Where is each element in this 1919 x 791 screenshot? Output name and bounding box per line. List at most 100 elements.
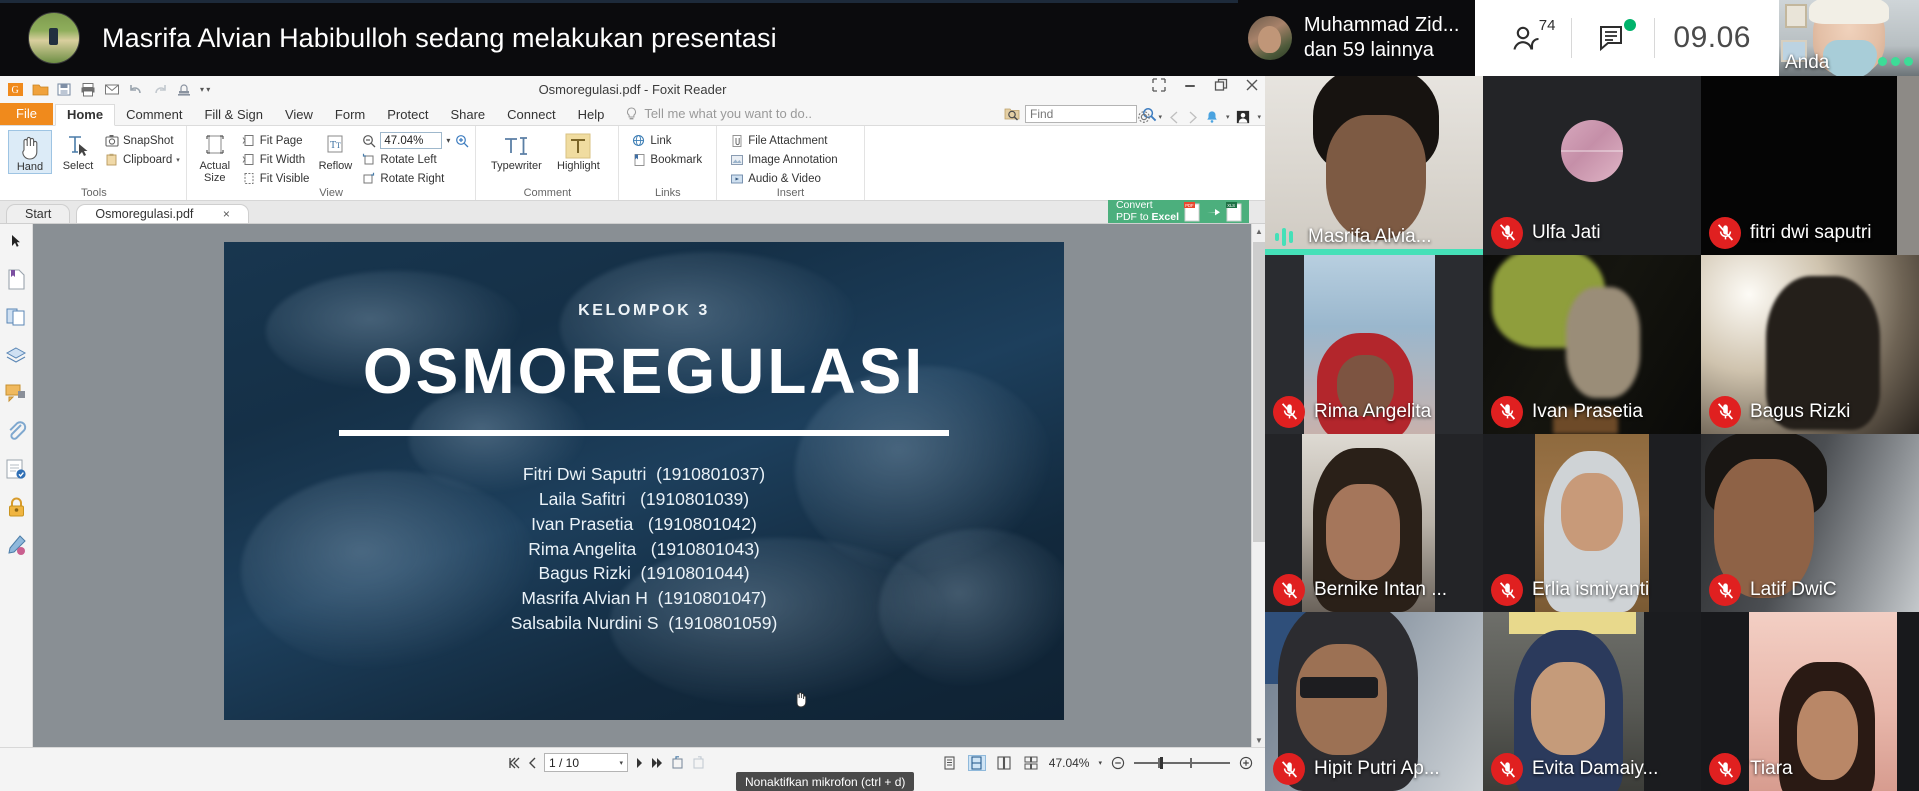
stamp-icon[interactable]: [176, 82, 193, 97]
zoom-in-icon[interactable]: [1239, 756, 1253, 770]
status-zoom-value[interactable]: 47.04%: [1049, 756, 1090, 770]
video-tile-rima-angelita[interactable]: Rima Angelita: [1265, 254, 1483, 434]
next-view-icon[interactable]: [1187, 111, 1198, 124]
status-zoom-dropdown-icon[interactable]: ▾: [1098, 759, 1102, 767]
next-page-icon[interactable]: [635, 757, 644, 769]
video-tile-latif-dwic[interactable]: Latif DwiC: [1701, 433, 1919, 613]
first-page-icon[interactable]: [508, 757, 521, 769]
video-tile-evita-damaiyanti[interactable]: Evita Damaiy...: [1483, 612, 1701, 791]
foxit-logo-icon[interactable]: G: [8, 82, 25, 97]
signature-panel-icon[interactable]: [5, 458, 27, 480]
single-page-icon[interactable]: [941, 755, 959, 771]
zoom-in-icon[interactable]: [454, 133, 469, 148]
snapshot-button[interactable]: SnapShot: [104, 132, 180, 149]
ribbon-tab-protect[interactable]: Protect: [376, 105, 439, 125]
search-folder-icon[interactable]: [1004, 106, 1020, 122]
ribbon-tab-share[interactable]: Share: [439, 105, 496, 125]
zoom-out-icon[interactable]: [361, 133, 376, 148]
actual-size-button[interactable]: Actual Size: [193, 130, 237, 184]
fit-page-button[interactable]: Fit Page: [241, 132, 310, 149]
scrollbar-thumb[interactable]: [1253, 242, 1265, 542]
restore-ribbon-icon[interactable]: [1152, 78, 1166, 92]
zoom-slider-knob[interactable]: [1160, 756, 1163, 769]
comments-panel-icon[interactable]: [5, 382, 27, 404]
typewriter-button[interactable]: Typewriter: [490, 130, 542, 172]
layers-panel-icon[interactable]: [5, 344, 27, 366]
video-tile-hipit-putri[interactable]: Hipit Putri Ap...: [1265, 612, 1483, 791]
video-tile-bagus-rizki[interactable]: Bagus Rizki: [1701, 254, 1919, 434]
ribbon-tab-view[interactable]: View: [274, 105, 324, 125]
pages-panel-icon[interactable]: [5, 306, 27, 328]
chat-button[interactable]: [1572, 15, 1654, 61]
previous-view-icon[interactable]: [1169, 111, 1180, 124]
email-icon[interactable]: [104, 82, 121, 97]
highlight-button[interactable]: Highlight: [552, 130, 604, 172]
clipboard-button[interactable]: Clipboard ▾: [104, 151, 180, 168]
fit-width-button[interactable]: Fit Width: [241, 151, 310, 168]
bookmark-button[interactable]: Bookmark: [631, 151, 702, 168]
tell-me-box[interactable]: Tell me what you want to do..: [625, 106, 812, 125]
find-input[interactable]: Find: [1025, 105, 1137, 123]
undo-icon[interactable]: [128, 82, 145, 97]
image-annotation-button[interactable]: Image Annotation: [729, 151, 838, 168]
zoom-out-icon[interactable]: [1111, 756, 1125, 770]
minimize-icon[interactable]: [1183, 78, 1197, 92]
audio-video-button[interactable]: Audio & Video: [729, 170, 838, 187]
vertical-scrollbar[interactable]: ▲ ▼: [1251, 224, 1265, 747]
continuous-facing-icon[interactable]: [1022, 755, 1040, 771]
video-tile-bernike-intan[interactable]: Bernike Intan ...: [1265, 433, 1483, 613]
select-tool-button[interactable]: Select: [56, 130, 100, 172]
stamp-panel-icon[interactable]: [5, 534, 27, 556]
reflow-button[interactable]: TT Reflow: [313, 130, 357, 172]
bell-dropdown-icon[interactable]: ▾: [1226, 113, 1230, 121]
participants-button[interactable]: 74: [1485, 15, 1571, 61]
pdf-viewport[interactable]: KELOMPOK 3 OSMOREGULASI Fitri Dwi Saputr…: [33, 224, 1265, 747]
gear-icon[interactable]: [1137, 110, 1151, 124]
last-page-icon[interactable]: [651, 757, 664, 769]
ribbon-tab-fill-and-sign[interactable]: Fill & Sign: [193, 105, 274, 125]
file-attachment-button[interactable]: File Attachment: [729, 132, 838, 149]
rotate-right-button[interactable]: Rotate Right: [361, 170, 469, 187]
video-tile-erlia-ismiyanti[interactable]: Erlia ismiyanti: [1483, 433, 1701, 613]
next-view-icon[interactable]: [692, 756, 706, 769]
zoom-level-input[interactable]: 47.04%: [380, 132, 443, 149]
ribbon-tab-home[interactable]: Home: [54, 104, 116, 126]
convert-pdf-to-excel-ad[interactable]: Convert PDF to Excel PDF XLS: [1107, 200, 1249, 223]
account-dropdown-icon[interactable]: ▾: [1257, 113, 1261, 121]
print-icon[interactable]: [80, 82, 97, 97]
video-tile-ulfa-jati[interactable]: Ulfa Jati: [1483, 76, 1701, 255]
fit-visible-button[interactable]: Fit Visible: [241, 170, 309, 187]
video-tile-ivan-prasetia[interactable]: Ivan Prasetia: [1483, 254, 1701, 434]
notification-bell-icon[interactable]: [1205, 110, 1219, 124]
attachments-panel-icon[interactable]: [5, 420, 27, 442]
doc-tab-start[interactable]: Start: [6, 203, 71, 223]
more-options-icon[interactable]: [1878, 57, 1913, 66]
facing-icon[interactable]: [995, 755, 1013, 771]
page-dropdown-icon[interactable]: ▾: [619, 759, 623, 767]
open-icon[interactable]: [32, 82, 49, 97]
link-button[interactable]: Link: [631, 132, 702, 149]
video-tile-tiara[interactable]: Tiara: [1701, 612, 1919, 791]
doc-tab-osmoregulasi[interactable]: Osmoregulasi.pdf ×: [76, 203, 249, 223]
restore-icon[interactable]: [1214, 78, 1228, 92]
rotate-left-button[interactable]: Rotate Left: [361, 151, 469, 168]
redo-icon[interactable]: [152, 82, 169, 97]
ribbon-tab-form[interactable]: Form: [324, 105, 376, 125]
scroll-down-arrow[interactable]: ▼: [1252, 733, 1265, 747]
pointer-icon[interactable]: [5, 230, 27, 252]
clipboard-dropdown-icon[interactable]: ▾: [176, 156, 180, 164]
security-panel-icon[interactable]: [5, 496, 27, 518]
ribbon-tab-connect[interactable]: Connect: [496, 105, 566, 125]
save-icon[interactable]: [56, 82, 73, 97]
account-icon[interactable]: [1236, 110, 1250, 124]
previous-view-icon[interactable]: [671, 756, 685, 769]
page-number-input[interactable]: 1 / 10 ▾: [544, 753, 628, 772]
gear-dropdown-icon[interactable]: ▾: [1158, 113, 1162, 121]
host-chip[interactable]: Muhammad Zid... dan 59 lainnya: [1237, 0, 1476, 76]
continuous-icon[interactable]: [967, 754, 986, 771]
video-tile-masrifa[interactable]: Masrifa Alvia...: [1265, 76, 1483, 255]
ribbon-tab-help[interactable]: Help: [567, 105, 616, 125]
ribbon-tab-comment[interactable]: Comment: [115, 105, 193, 125]
doc-tab-close-icon[interactable]: ×: [223, 207, 230, 221]
bookmark-panel-icon[interactable]: [5, 268, 27, 290]
